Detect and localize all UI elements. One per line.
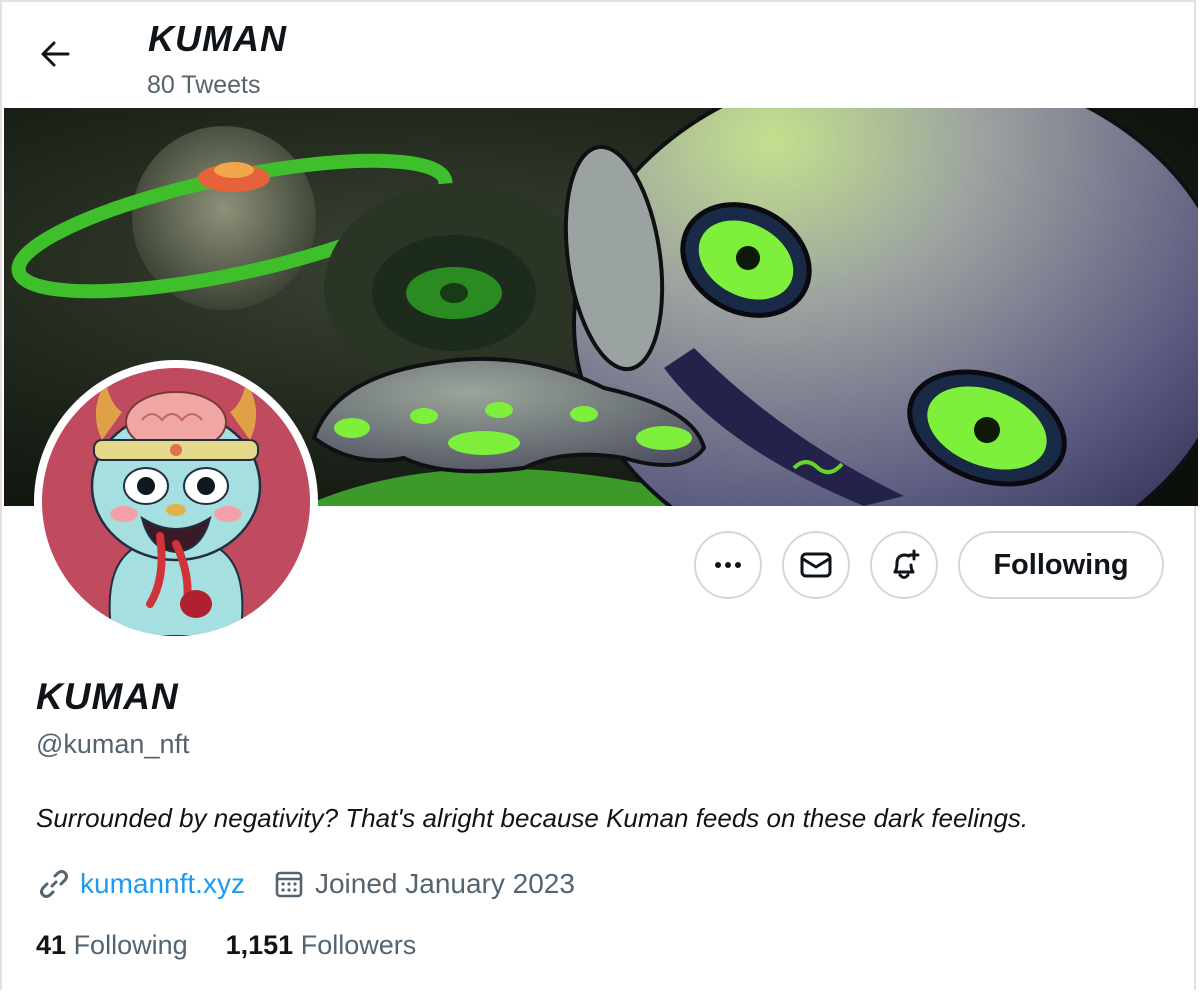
display-name: KUMAN bbox=[36, 676, 179, 717]
profile-meta: kumannft.xyz Joined January 2023 bbox=[36, 864, 575, 904]
followers-label: Followers bbox=[300, 930, 417, 960]
tweet-count: 80 Tweets bbox=[147, 71, 261, 99]
following-stat[interactable]: 41 Following bbox=[36, 930, 188, 961]
envelope-icon bbox=[800, 552, 832, 578]
profile-bio: Surrounded by negativity? That's alright… bbox=[36, 803, 1029, 833]
user-handle: @kuman_nft bbox=[36, 729, 190, 759]
followers-stat[interactable]: 1,151 Followers bbox=[226, 930, 417, 961]
following-label: Following bbox=[73, 930, 188, 960]
following-count: 41 bbox=[36, 930, 67, 960]
followers-count: 1,151 bbox=[225, 930, 294, 960]
notifications-button[interactable] bbox=[870, 531, 938, 599]
avatar[interactable] bbox=[34, 360, 318, 644]
calendar-icon bbox=[271, 866, 307, 902]
arrow-left-icon bbox=[41, 41, 70, 67]
link-icon bbox=[36, 866, 72, 902]
following-button[interactable]: Following bbox=[958, 531, 1164, 599]
message-button[interactable] bbox=[782, 531, 850, 599]
more-horizontal-icon bbox=[715, 562, 741, 568]
bell-plus-icon bbox=[893, 549, 920, 579]
joined-date: Joined January 2023 bbox=[314, 868, 575, 899]
back-button[interactable] bbox=[28, 30, 82, 78]
header-title: KUMAN bbox=[148, 18, 287, 59]
avatar-image bbox=[42, 368, 310, 636]
more-button[interactable] bbox=[694, 531, 762, 599]
follow-stats: 41 Following 1,151 Followers bbox=[36, 930, 454, 961]
website-link[interactable]: kumannft.xyz bbox=[80, 868, 245, 900]
